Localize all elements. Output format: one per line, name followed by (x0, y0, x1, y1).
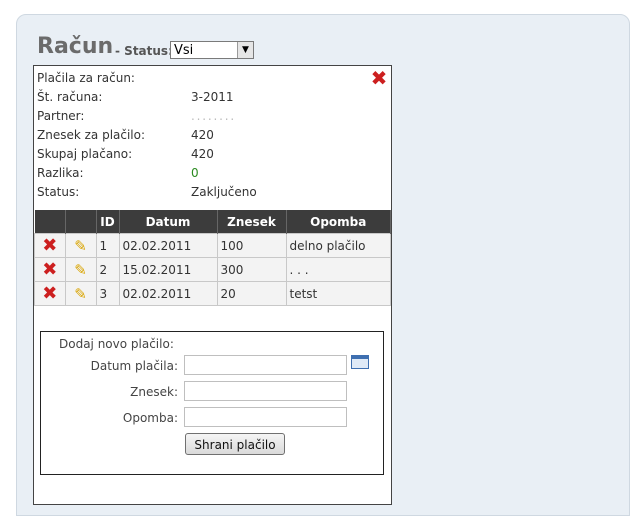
detail-row: Razlika: 0 (37, 166, 367, 185)
amount-input[interactable] (184, 381, 347, 401)
cell-date: 02.02.2011 (118, 281, 218, 306)
note-label: Opomba: (122, 411, 178, 425)
status-filter-label: - Status: (115, 44, 173, 58)
payments-panel: ✖ Plačila za račun: Št. računa: 3-2011 P… (33, 65, 392, 505)
detail-label: Skupaj plačano: (37, 147, 133, 161)
cell-note: tetst (285, 281, 391, 306)
detail-label: Razlika: (37, 166, 84, 180)
amount-label: Znesek: (130, 385, 178, 399)
detail-row: Status: Zaključeno (37, 185, 367, 204)
delete-icon[interactable]: ✖ (42, 235, 57, 256)
detail-label: Št. računa: (37, 90, 103, 104)
cell-amount: 100 (216, 233, 287, 258)
save-payment-button[interactable]: Shrani plačilo (185, 433, 285, 455)
cell-amount: 20 (216, 281, 287, 306)
detail-label: Znesek za plačilo: (37, 128, 146, 142)
status-select[interactable]: Vsi ▼ (170, 41, 254, 59)
table-row: ✖ ✎ 2 15.02.2011 300 . . . (34, 257, 391, 282)
pencil-icon[interactable]: ✎ (74, 285, 87, 303)
detail-label: Status: (37, 185, 80, 199)
add-payment-form: Dodaj novo plačilo: Datum plačila: Znese… (40, 331, 384, 475)
edit-cell[interactable]: ✎ (64, 233, 97, 258)
edit-cell[interactable]: ✎ (64, 281, 97, 306)
cell-note: delno plačilo (285, 233, 391, 258)
column-header: Datum (119, 210, 218, 234)
dropdown-arrow-icon[interactable]: ▼ (237, 42, 253, 58)
pencil-icon[interactable]: ✎ (74, 261, 87, 279)
detail-value: 420 (191, 128, 214, 142)
delete-cell[interactable]: ✖ (34, 233, 66, 258)
details-heading: Plačila za račun: (37, 71, 135, 85)
column-header: ID (96, 210, 120, 234)
cell-id: 3 (95, 281, 120, 306)
edit-cell[interactable]: ✎ (64, 257, 97, 282)
delete-icon[interactable]: ✖ (42, 283, 57, 304)
cell-id: 2 (95, 257, 120, 282)
pencil-icon[interactable]: ✎ (74, 237, 87, 255)
status-select-value: Vsi (174, 43, 194, 58)
detail-row: Št. računa: 3-2011 (37, 90, 367, 109)
detail-value: 0 (191, 166, 199, 180)
form-title: Dodaj novo plačilo: (59, 337, 174, 351)
page-title: Račun (37, 34, 114, 59)
column-header: Opomba (286, 210, 391, 234)
note-input[interactable] (184, 407, 347, 427)
detail-row: Partner: . . . . . . . . (37, 109, 367, 128)
delete-icon[interactable]: ✖ (42, 259, 57, 280)
table-header-row: ID Datum Znesek Opomba (34, 210, 391, 234)
cell-id: 1 (95, 233, 120, 258)
detail-row: Znesek za plačilo: 420 (37, 128, 367, 147)
delete-cell[interactable]: ✖ (34, 257, 66, 282)
delete-cell[interactable]: ✖ (34, 281, 66, 306)
payments-table: ID Datum Znesek Opomba ✖ ✎ 1 02.02.2011 … (34, 210, 391, 306)
table-row: ✖ ✎ 1 02.02.2011 100 delno plačilo (34, 233, 391, 258)
cell-date: 15.02.2011 (118, 257, 218, 282)
date-label: Datum plačila: (90, 359, 178, 373)
detail-value: 3-2011 (191, 90, 234, 104)
cell-note: . . . (285, 257, 391, 282)
table-row: ✖ ✎ 3 02.02.2011 20 tetst (34, 281, 391, 306)
column-header: Znesek (217, 210, 287, 234)
cell-amount: 300 (216, 257, 287, 282)
detail-value: 420 (191, 147, 214, 161)
invoice-details: Plačila za račun: Št. računa: 3-2011 Par… (37, 71, 367, 204)
detail-value: Zaključeno (191, 185, 257, 199)
column-header (34, 210, 66, 234)
detail-value: . . . . . . . . (191, 109, 234, 123)
close-icon[interactable]: ✖ (370, 68, 388, 88)
cell-date: 02.02.2011 (118, 233, 218, 258)
column-header (65, 210, 97, 234)
detail-label: Partner: (37, 109, 85, 123)
calendar-icon[interactable] (351, 355, 369, 369)
date-input[interactable] (184, 355, 347, 375)
detail-row: Skupaj plačano: 420 (37, 147, 367, 166)
